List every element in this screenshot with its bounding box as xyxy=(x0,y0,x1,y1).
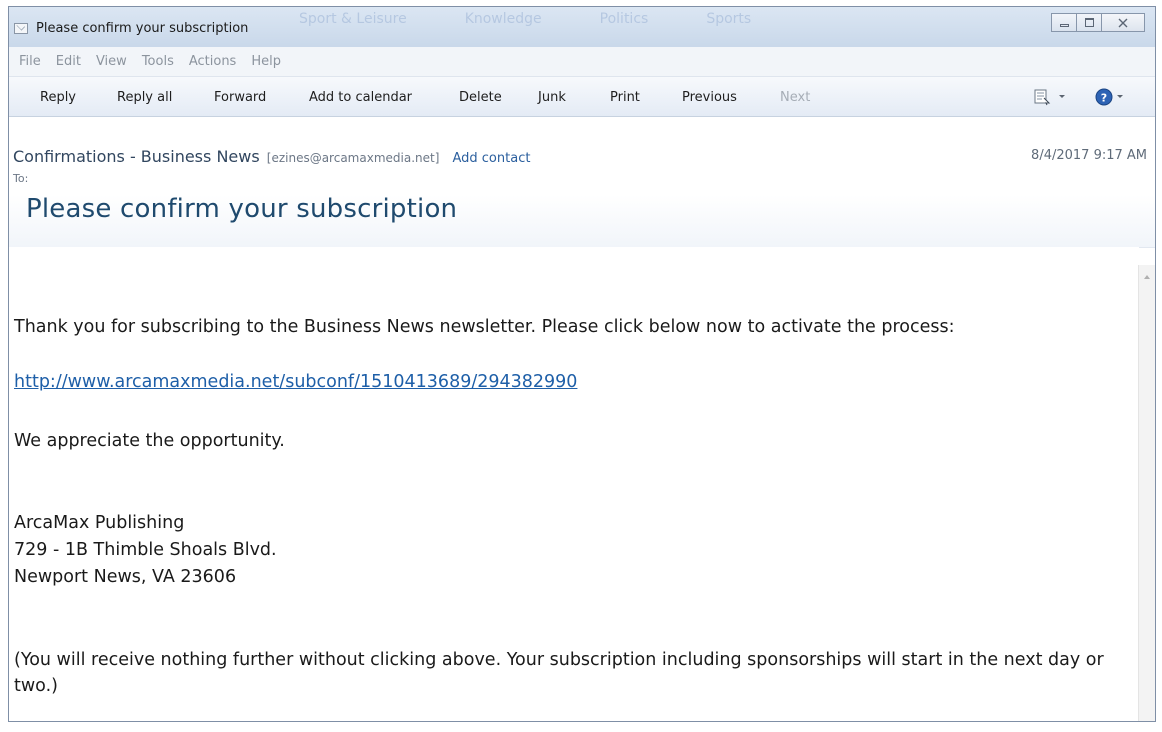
add-to-calendar-button[interactable]: Add to calendar xyxy=(309,90,412,105)
message-header: Confirmations - Business News [ezines@ar… xyxy=(9,117,1155,248)
mail-window: Sport & Leisure Knowledge Politics Sport… xyxy=(8,6,1156,722)
sender-email: [ezines@arcamaxmedia.net] xyxy=(266,151,440,165)
message-view-icon[interactable] xyxy=(1033,88,1051,106)
junk-button[interactable]: Junk xyxy=(538,90,566,105)
maximize-button[interactable] xyxy=(1076,13,1102,32)
background-tab: Politics xyxy=(599,11,649,27)
background-tab: Knowledge xyxy=(464,11,542,27)
title-bar: Sport & Leisure Knowledge Politics Sport… xyxy=(9,7,1155,47)
confirm-link[interactable]: http://www.arcamaxmedia.net/subconf/1510… xyxy=(14,372,577,392)
envelope-icon xyxy=(14,23,28,34)
delete-button[interactable]: Delete xyxy=(459,90,502,105)
previous-button[interactable]: Previous xyxy=(682,90,737,105)
scroll-up-icon[interactable] xyxy=(1144,275,1150,279)
footer-note: (You will receive nothing further withou… xyxy=(14,650,1104,696)
message-date: 8/4/2017 9:17 AM xyxy=(1031,148,1147,163)
address-line: 729 - 1B Thimble Shoals Blvd. xyxy=(14,540,277,560)
toolbar: Reply Reply all Forward Add to calendar … xyxy=(9,77,1155,117)
menu-bar: File Edit View Tools Actions Help xyxy=(9,47,1155,77)
message-subject: Please confirm your subscription xyxy=(26,194,458,224)
reply-button[interactable]: Reply xyxy=(40,90,76,105)
next-button[interactable]: Next xyxy=(780,90,810,105)
forward-button[interactable]: Forward xyxy=(214,90,266,105)
background-tab: Sport & Leisure xyxy=(299,11,407,27)
reply-all-button[interactable]: Reply all xyxy=(117,90,172,105)
menu-actions[interactable]: Actions xyxy=(189,54,237,69)
minimize-button[interactable] xyxy=(1051,13,1077,32)
menu-tools[interactable]: Tools xyxy=(142,54,174,69)
address-line: ArcaMax Publishing xyxy=(14,513,185,533)
menu-view[interactable]: View xyxy=(96,54,127,69)
sender-name: Confirmations - Business News xyxy=(13,147,260,166)
menu-edit[interactable]: Edit xyxy=(56,54,81,69)
menu-file[interactable]: File xyxy=(19,54,41,69)
print-button[interactable]: Print xyxy=(610,90,640,105)
close-button[interactable] xyxy=(1101,13,1145,32)
message-body: Thank you for subscribing to the Busines… xyxy=(9,247,1139,721)
background-tabs: Sport & Leisure Knowledge Politics Sport… xyxy=(299,11,751,27)
background-tab: Sports xyxy=(706,11,752,27)
intro-text: Thank you for subscribing to the Busines… xyxy=(14,317,955,337)
add-contact-link[interactable]: Add contact xyxy=(452,151,530,166)
sender-line: Confirmations - Business News [ezines@ar… xyxy=(13,147,530,166)
appreciation-text: We appreciate the opportunity. xyxy=(14,431,285,451)
window-title: Please confirm your subscription xyxy=(36,21,249,36)
window-controls xyxy=(1051,13,1145,32)
to-label: To: xyxy=(13,172,29,185)
svg-text:?: ? xyxy=(1101,92,1107,105)
close-icon xyxy=(1118,18,1128,28)
chevron-down-icon[interactable] xyxy=(1117,95,1123,98)
vertical-scrollbar[interactable] xyxy=(1138,265,1155,721)
help-icon[interactable]: ? xyxy=(1095,88,1113,106)
address-line: Newport News, VA 23606 xyxy=(14,567,237,587)
chevron-down-icon[interactable] xyxy=(1059,95,1065,98)
menu-help[interactable]: Help xyxy=(251,54,281,69)
